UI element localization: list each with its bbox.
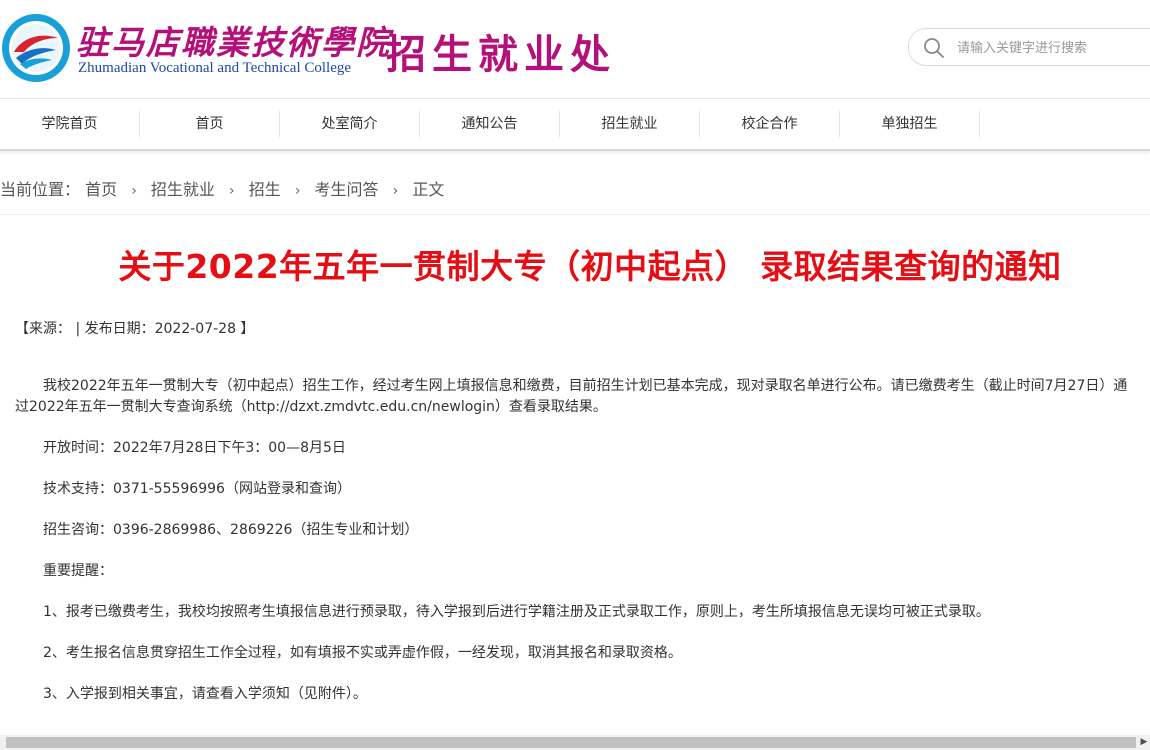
paragraph-reminder-3: 3、入学报到相关事宜，请查看入学须知（见附件）。	[43, 686, 367, 702]
search-icon[interactable]	[923, 37, 945, 59]
breadcrumb-separator: ›	[392, 183, 399, 199]
breadcrumb: 当前位置： 首页 › 招生就业 › 招生 › 考生问答 › 正文	[0, 176, 444, 200]
nav-item-admissions[interactable]: 招生就业	[560, 111, 700, 137]
nav-item-office-intro[interactable]: 处室简介	[280, 111, 420, 137]
scrollbar-thumb[interactable]	[6, 737, 1136, 748]
search-box[interactable]	[908, 28, 1150, 66]
breadcrumb-home[interactable]: 首页	[85, 176, 117, 200]
article-meta: 【来源： | 发布日期：2022-07-28 】	[15, 321, 255, 337]
breadcrumb-admissions-employment[interactable]: 招生就业	[151, 176, 215, 200]
breadcrumb-qa[interactable]: 考生问答	[315, 176, 379, 200]
breadcrumb-prefix: 当前位置：	[0, 180, 81, 199]
paragraph-open-time: 开放时间：2022年7月28日下午3：00—8月5日	[43, 440, 346, 456]
college-name-cn[interactable]: 驻马店職業技術學院	[76, 16, 391, 64]
nav-item-home[interactable]: 首页	[140, 111, 280, 137]
breadcrumb-current: 正文	[412, 180, 445, 199]
paragraph-admission-consult: 招生咨询：0396-2869986、2869226（招生专业和计划）	[43, 522, 419, 538]
horizontal-scrollbar[interactable]: ▶	[0, 735, 1150, 750]
breadcrumb-separator: ›	[294, 183, 301, 199]
divider	[0, 214, 1150, 215]
nav-item-notices[interactable]: 通知公告	[420, 111, 560, 137]
paragraph-tech-support: 技术支持：0371-55596996（网站登录和查询）	[43, 481, 351, 497]
scroll-right-arrow-icon[interactable]: ▶	[1138, 735, 1150, 750]
breadcrumb-separator: ›	[229, 183, 235, 199]
paragraph-reminder-heading: 重要提醒：	[43, 563, 113, 579]
college-emblem-icon[interactable]	[0, 12, 72, 84]
article-body: 我校2022年五年一贯制大专（初中起点）招生工作，经过考生网上填报信息和缴费，目…	[15, 376, 1140, 725]
nav-item-college-home[interactable]: 学院首页	[0, 111, 140, 137]
site-header: 驻马店職業技術學院 Zhumadian Vocational and Techn…	[0, 0, 1150, 99]
search-input[interactable]	[955, 35, 1150, 61]
department-title: 招生就业处	[386, 32, 616, 78]
nav-list: 学院首页 首页 处室简介 通知公告 招生就业 校企合作 单独招生	[0, 99, 1150, 149]
paragraph-intro: 我校2022年五年一贯制大专（初中起点）招生工作，经过考生网上填报信息和缴费，目…	[15, 378, 1128, 415]
nav-item-cooperation[interactable]: 校企合作	[700, 111, 840, 137]
main-nav: 学院首页 首页 处室简介 通知公告 招生就业 校企合作 单独招生	[0, 99, 1150, 151]
paragraph-reminder-2: 2、考生报名信息贯穿招生工作全过程，如有填报不实或弄虚作假，一经发现，取消其报名…	[43, 645, 682, 661]
paragraph-reminder-1: 1、报考已缴费考生，我校均按照考生填报信息进行预录取，待入学报到后进行学籍注册及…	[43, 604, 990, 620]
college-name-en: Zhumadian Vocational and Technical Colle…	[78, 60, 352, 76]
article-title: 关于2022年五年一贯制大专（初中起点） 录取结果查询的通知	[118, 247, 1062, 286]
nav-item-independent-admission[interactable]: 单独招生	[840, 111, 980, 137]
breadcrumb-admissions[interactable]: 招生	[249, 176, 281, 200]
breadcrumb-separator: ›	[131, 183, 137, 199]
